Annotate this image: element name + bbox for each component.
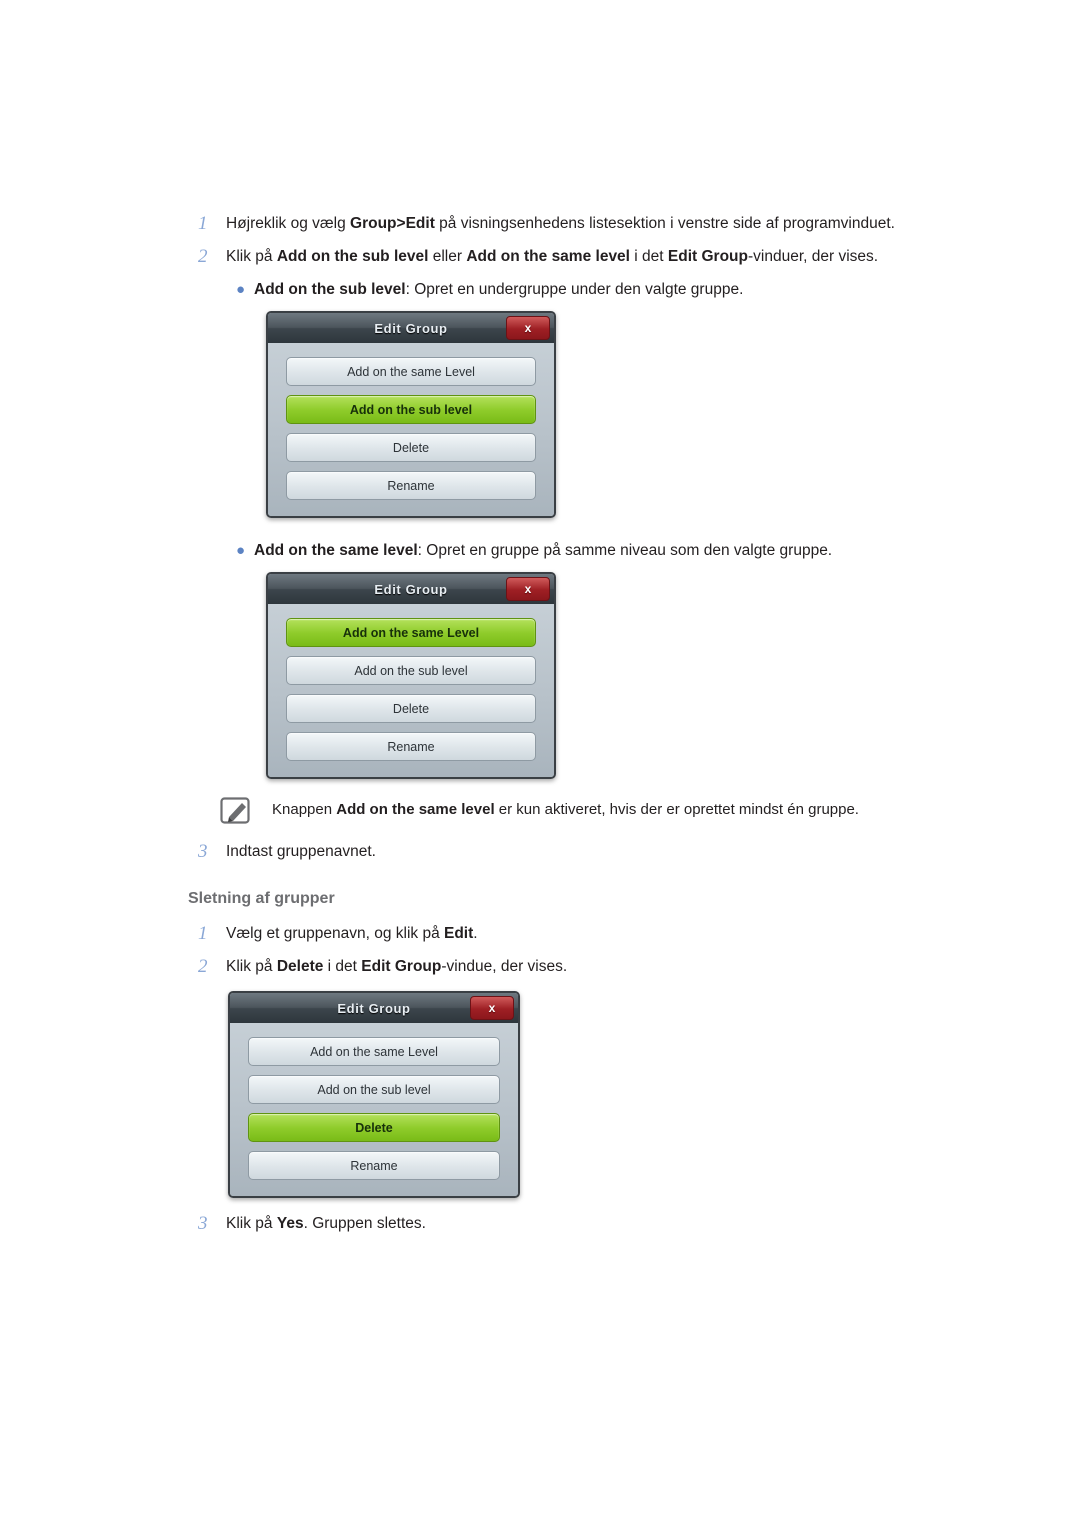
bullet-text: Add on the same level: Opret en gruppe p… (254, 542, 833, 559)
step-text: Vælg et gruppenavn, og klik på Edit. (226, 925, 478, 942)
step-number: 3 (198, 841, 208, 862)
close-icon[interactable]: x (506, 577, 550, 601)
add-on-sub-level-button[interactable]: Add on the sub level (286, 395, 536, 424)
step-text: Klik på Add on the sub level eller Add o… (226, 248, 879, 265)
add-on-sub-level-button[interactable]: Add on the sub level (286, 656, 536, 685)
step-item: 2 Klik på Delete i det Edit Group-vindue… (188, 955, 1008, 979)
dialog-body: Add on the same Level Add on the sub lev… (268, 343, 554, 516)
bullet-dot-icon: ● (236, 542, 246, 559)
dialog-title: Edit Group (337, 1000, 411, 1016)
step-number: 1 (198, 923, 208, 944)
rename-button[interactable]: Rename (286, 732, 536, 761)
step-text: Klik på Delete i det Edit Group-vindue, … (226, 958, 568, 975)
edit-group-dialog: Edit Group x Add on the same Level Add o… (228, 991, 520, 1198)
dialog-body: Add on the same Level Add on the sub lev… (268, 604, 554, 777)
note-pencil-icon (220, 797, 254, 824)
document-page: 1 Højreklik og vælg Group>Edit på visnin… (0, 0, 1080, 1527)
step-item: 3 Indtast gruppenavnet. (188, 840, 1008, 864)
section-heading: Sletning af grupper (188, 890, 335, 907)
delete-button[interactable]: Delete (248, 1113, 500, 1142)
close-icon[interactable]: x (470, 996, 514, 1020)
delete-button[interactable]: Delete (286, 694, 536, 723)
dialog-figure-delete: Edit Group x Add on the same Level Add o… (228, 991, 1008, 1198)
step-number: 1 (198, 213, 208, 234)
step-number: 2 (198, 956, 208, 977)
step-item: 1 Højreklik og vælg Group>Edit på visnin… (188, 212, 1008, 236)
bullet-dot-icon: ● (236, 281, 246, 298)
close-icon[interactable]: x (506, 316, 550, 340)
edit-group-dialog: Edit Group x Add on the same Level Add o… (266, 311, 556, 518)
note-text: Knappen Add on the same level er kun akt… (272, 801, 859, 818)
step-number: 3 (198, 1213, 208, 1234)
edit-group-dialog: Edit Group x Add on the same Level Add o… (266, 572, 556, 779)
bullet-text: Add on the sub level: Opret en undergrup… (254, 281, 744, 298)
bullet-item-same-level: ● Add on the same level: Opret en gruppe… (228, 540, 1008, 562)
step-text: Højreklik og vælg Group>Edit på visnings… (226, 215, 895, 232)
step-number: 2 (198, 246, 208, 267)
add-on-same-level-button[interactable]: Add on the same Level (248, 1037, 500, 1066)
dialog-figure-sub-level: Edit Group x Add on the same Level Add o… (266, 311, 1008, 518)
dialog-figure-same-level: Edit Group x Add on the same Level Add o… (266, 572, 1008, 779)
note-block: Knappen Add on the same level er kun akt… (220, 797, 1008, 824)
bullet-item-sub-level: ● Add on the sub level: Opret en undergr… (228, 279, 1008, 301)
add-on-same-level-button[interactable]: Add on the same Level (286, 618, 536, 647)
page-content: 1 Højreklik og vælg Group>Edit på visnin… (188, 212, 1008, 1245)
step-text: Klik på Yes. Gruppen slettes. (226, 1215, 426, 1232)
step-item: 1 Vælg et gruppenavn, og klik på Edit. (188, 922, 1008, 946)
step-item: 3 Klik på Yes. Gruppen slettes. (188, 1212, 1008, 1236)
dialog-title: Edit Group (374, 320, 448, 336)
rename-button[interactable]: Rename (286, 471, 536, 500)
dialog-titlebar: Edit Group x (230, 993, 518, 1023)
add-on-sub-level-button[interactable]: Add on the sub level (248, 1075, 500, 1104)
step-item: 2 Klik på Add on the sub level eller Add… (188, 245, 1008, 269)
add-on-same-level-button[interactable]: Add on the same Level (286, 357, 536, 386)
delete-button[interactable]: Delete (286, 433, 536, 462)
rename-button[interactable]: Rename (248, 1151, 500, 1180)
dialog-titlebar: Edit Group x (268, 574, 554, 604)
step-text: Indtast gruppenavnet. (226, 843, 376, 860)
dialog-body: Add on the same Level Add on the sub lev… (230, 1023, 518, 1196)
dialog-title: Edit Group (374, 581, 448, 597)
dialog-titlebar: Edit Group x (268, 313, 554, 343)
